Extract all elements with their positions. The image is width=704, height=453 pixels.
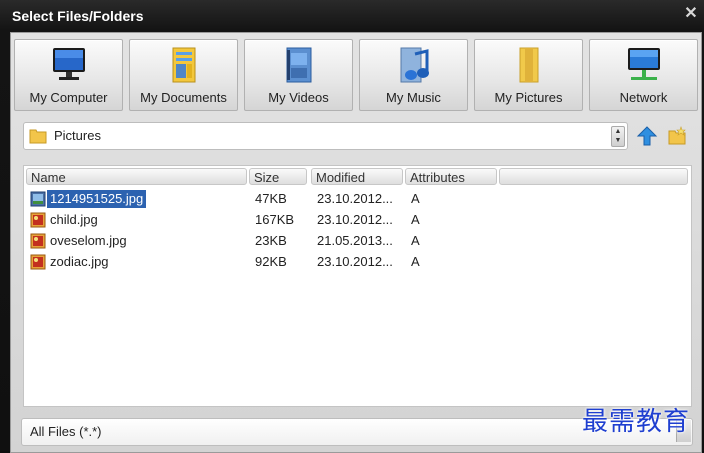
music-icon xyxy=(400,47,429,83)
my-computer-button[interactable]: My Computer xyxy=(14,39,123,111)
my-music-label: My Music xyxy=(386,90,441,105)
close-icon[interactable]: ✕ xyxy=(682,5,700,23)
file-list[interactable]: Name Size Modified Attributes 1214951525… xyxy=(23,165,692,407)
file-name: zodiac.jpg xyxy=(50,254,109,269)
file-row[interactable]: child.jpg 167KB 23.10.2012... A xyxy=(27,210,687,230)
file-size: 23KB xyxy=(255,233,287,248)
column-header-size[interactable]: Size xyxy=(249,168,307,185)
network-label: Network xyxy=(619,90,668,105)
dialog-body: My Computer My Documents My Videos My Mu… xyxy=(10,32,702,453)
dialog-title: Select Files/Folders xyxy=(12,8,144,24)
monitor-icon xyxy=(53,48,85,80)
image-file-icon xyxy=(30,233,46,249)
column-header-modified[interactable]: Modified xyxy=(311,168,403,185)
current-path: Pictures xyxy=(54,128,101,143)
image-file-icon xyxy=(30,191,46,207)
my-videos-button[interactable]: My Videos xyxy=(244,39,353,111)
file-modified: 21.05.2013... xyxy=(317,233,393,248)
file-attributes: A xyxy=(411,254,420,269)
path-spinner-icon[interactable]: ▲ ▼ xyxy=(611,126,625,147)
file-row[interactable]: zodiac.jpg 92KB 23.10.2012... A xyxy=(27,252,687,272)
my-music-button[interactable]: My Music xyxy=(359,39,468,111)
file-size: 92KB xyxy=(255,254,287,269)
up-folder-icon[interactable] xyxy=(636,125,658,147)
file-attributes: A xyxy=(411,191,420,206)
documents-icon xyxy=(172,47,196,83)
file-row[interactable]: 1214951525.jpg 47KB 23.10.2012... A xyxy=(27,189,687,209)
file-name: 1214951525.jpg xyxy=(47,190,147,208)
new-folder-icon[interactable] xyxy=(666,125,688,147)
folder-icon xyxy=(29,129,47,144)
file-attributes: A xyxy=(411,212,420,227)
image-file-icon xyxy=(30,254,46,270)
file-type-filter-value: All Files (*.*) xyxy=(30,424,102,439)
column-header-blank[interactable] xyxy=(499,168,688,185)
my-pictures-button[interactable]: My Pictures xyxy=(474,39,583,111)
column-header-attributes[interactable]: Attributes xyxy=(405,168,497,185)
file-row[interactable]: oveselom.jpg 23KB 21.05.2013... A xyxy=(27,231,687,251)
watermark-text: 最需教育 xyxy=(582,407,691,437)
network-button[interactable]: Network xyxy=(589,39,698,111)
file-modified: 23.10.2012... xyxy=(317,212,393,227)
file-name: child.jpg xyxy=(50,212,98,227)
file-modified: 23.10.2012... xyxy=(317,254,393,269)
file-size: 167KB xyxy=(255,212,295,227)
file-name: oveselom.jpg xyxy=(50,233,127,248)
my-computer-label: My Computer xyxy=(29,90,108,105)
my-videos-label: My Videos xyxy=(268,90,329,105)
title-bar[interactable]: Select Files/Folders ✕ xyxy=(0,0,704,32)
image-file-icon xyxy=(30,212,46,228)
file-size: 47KB xyxy=(255,191,287,206)
network-icon xyxy=(628,48,660,80)
pictures-folder-icon xyxy=(519,47,539,83)
file-attributes: A xyxy=(411,233,420,248)
path-dropdown[interactable]: Pictures ▲ ▼ xyxy=(23,122,628,150)
select-files-dialog: Select Files/Folders ✕ My Computer My Do… xyxy=(0,0,704,453)
column-header-name[interactable]: Name xyxy=(26,168,247,185)
my-documents-label: My Documents xyxy=(140,90,227,105)
my-pictures-label: My Pictures xyxy=(494,90,563,105)
my-documents-button[interactable]: My Documents xyxy=(129,39,238,111)
videos-icon xyxy=(286,47,312,83)
file-modified: 23.10.2012... xyxy=(317,191,393,206)
